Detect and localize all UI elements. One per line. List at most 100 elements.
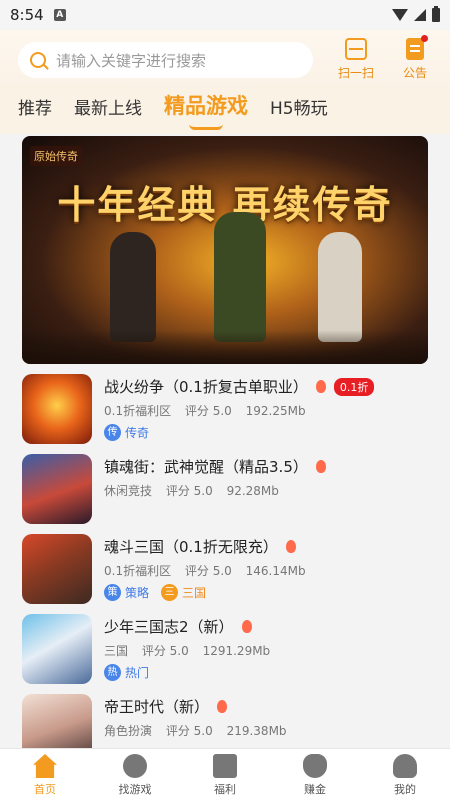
tag-icon: 热 [104,664,121,681]
search-input[interactable]: 请输入关键字进行搜索 [18,42,313,78]
tab-premium-games[interactable]: 精品游戏 [164,90,248,130]
notice-icon [406,35,428,60]
game-tags: 策策略 三三国 [104,584,218,601]
game-rating: 评分 5.0 [165,484,213,498]
game-tag: 策策略 [104,584,149,601]
game-tags: 传传奇 [104,424,161,441]
nav-home[interactable]: 首页 [0,749,90,800]
game-size: 192.25Mb [245,404,306,418]
fire-icon [285,540,296,553]
scan-button[interactable]: 扫一扫 [338,38,374,81]
banner-character-left [110,232,156,342]
nav-profile[interactable]: 我的 [360,749,450,800]
category-tabs: 推荐 最新上线 精品游戏 H5畅玩 [0,90,450,134]
battery-icon [432,6,440,22]
profile-icon [393,754,417,778]
game-name: 帝王时代（新） [104,698,210,716]
gift-icon [213,754,237,778]
game-tags: 热热门 [104,664,161,681]
wifi-icon [392,9,408,21]
game-meta: 三国 评分 5.0 1291.29Mb [104,642,280,659]
banner-character-center [214,212,266,342]
status-time: 8:54 [10,6,44,24]
active-tab-indicator [189,124,223,130]
game-item[interactable]: 镇魂街：武神觉醒（精品3.5） 休闲竞技 评分 5.0 92.28Mb [0,448,450,528]
game-size: 219.38Mb [226,724,287,738]
game-rating: 评分 5.0 [141,644,189,658]
game-item[interactable]: 战火纷争（0.1折复古单职业） 0.1折 0.1折福利区 评分 5.0 192.… [0,368,450,448]
game-item[interactable]: 魂斗三国（0.1折无限充） 0.1折福利区 评分 5.0 146.14Mb 策策… [0,528,450,608]
banner-floor [22,330,428,364]
game-size: 146.14Mb [245,564,306,578]
tag-label: 三国 [182,586,207,600]
tab-new-releases[interactable]: 最新上线 [74,94,142,119]
money-icon [303,754,327,778]
game-tag: 热热门 [104,664,149,681]
tag-label: 传奇 [125,426,150,440]
game-title-row: 魂斗三国（0.1折无限充） [104,536,296,557]
game-category: 三国 [104,644,129,658]
signal-icon [414,9,426,21]
bottom-nav: 首页 找游戏 福利 赚金 我的 [0,748,450,800]
game-name: 战火纷争（0.1折复古单职业） [104,378,308,396]
fire-icon [241,620,252,633]
game-tag: 三三国 [161,584,206,601]
tag-label: 热门 [125,666,150,680]
game-item[interactable]: 少年三国志2（新） 三国 评分 5.0 1291.29Mb 热热门 [0,608,450,688]
header: 请输入关键字进行搜索 扫一扫 公告 [0,30,450,90]
status-bar: 8:54 A [0,0,450,30]
compass-icon [123,754,147,778]
notice-button[interactable]: 公告 [403,35,428,81]
game-size: 1291.29Mb [202,644,271,658]
app-notification-icon: A [53,9,66,21]
tab-premium-games-label: 精品游戏 [164,94,248,118]
game-meta: 0.1折福利区 评分 5.0 192.25Mb [104,402,316,419]
game-meta: 休闲竞技 评分 5.0 92.28Mb [104,482,289,499]
nav-label: 找游戏 [118,783,152,796]
game-rating: 评分 5.0 [165,724,213,738]
nav-earn[interactable]: 赚金 [270,749,360,800]
tab-recommend[interactable]: 推荐 [18,94,52,119]
game-name: 少年三国志2（新） [104,618,234,636]
tag-label: 策略 [125,586,150,600]
game-title-row: 少年三国志2（新） [104,616,252,637]
banner-game-logo: 原始传奇 [30,146,82,166]
home-icon [33,754,57,778]
discount-badge: 0.1折 [333,377,375,396]
fire-icon [217,700,228,713]
fire-icon [315,380,326,393]
game-size: 92.28Mb [226,484,279,498]
scan-label: 扫一扫 [338,66,375,80]
search-icon [30,52,46,68]
promo-banner[interactable]: 原始传奇 十年经典 再续传奇 [22,136,428,364]
game-rating: 评分 5.0 [184,564,232,578]
notification-dot [421,35,428,42]
game-icon [22,534,92,604]
game-icon [22,614,92,684]
nav-benefits[interactable]: 福利 [180,749,270,800]
game-title-row: 战火纷争（0.1折复古单职业） 0.1折 [104,376,375,397]
nav-label: 我的 [394,783,416,796]
game-title-row: 镇魂街：武神觉醒（精品3.5） [104,456,326,477]
game-tag: 传传奇 [104,424,149,441]
game-category: 休闲竞技 [104,484,153,498]
game-list: 战火纷争（0.1折复古单职业） 0.1折 0.1折福利区 评分 5.0 192.… [0,368,450,768]
nav-find-games[interactable]: 找游戏 [90,749,180,800]
tag-icon: 三 [161,584,179,601]
game-rating: 评分 5.0 [184,404,232,418]
game-icon [22,454,92,524]
game-icon [22,374,92,444]
tag-icon: 传 [104,424,121,441]
scan-icon [345,38,367,60]
nav-label: 首页 [34,783,56,796]
tab-h5-games[interactable]: H5畅玩 [270,94,328,119]
game-category: 0.1折福利区 [104,564,172,578]
game-meta: 角色扮演 评分 5.0 219.38Mb [104,722,297,739]
nav-label: 福利 [214,783,236,796]
fire-icon [315,460,326,473]
game-category: 角色扮演 [104,724,153,738]
banner-character-right [318,232,362,342]
game-name: 镇魂街：武神觉醒（精品3.5） [104,458,308,476]
game-title-row: 帝王时代（新） [104,696,228,717]
notice-label: 公告 [403,66,428,80]
